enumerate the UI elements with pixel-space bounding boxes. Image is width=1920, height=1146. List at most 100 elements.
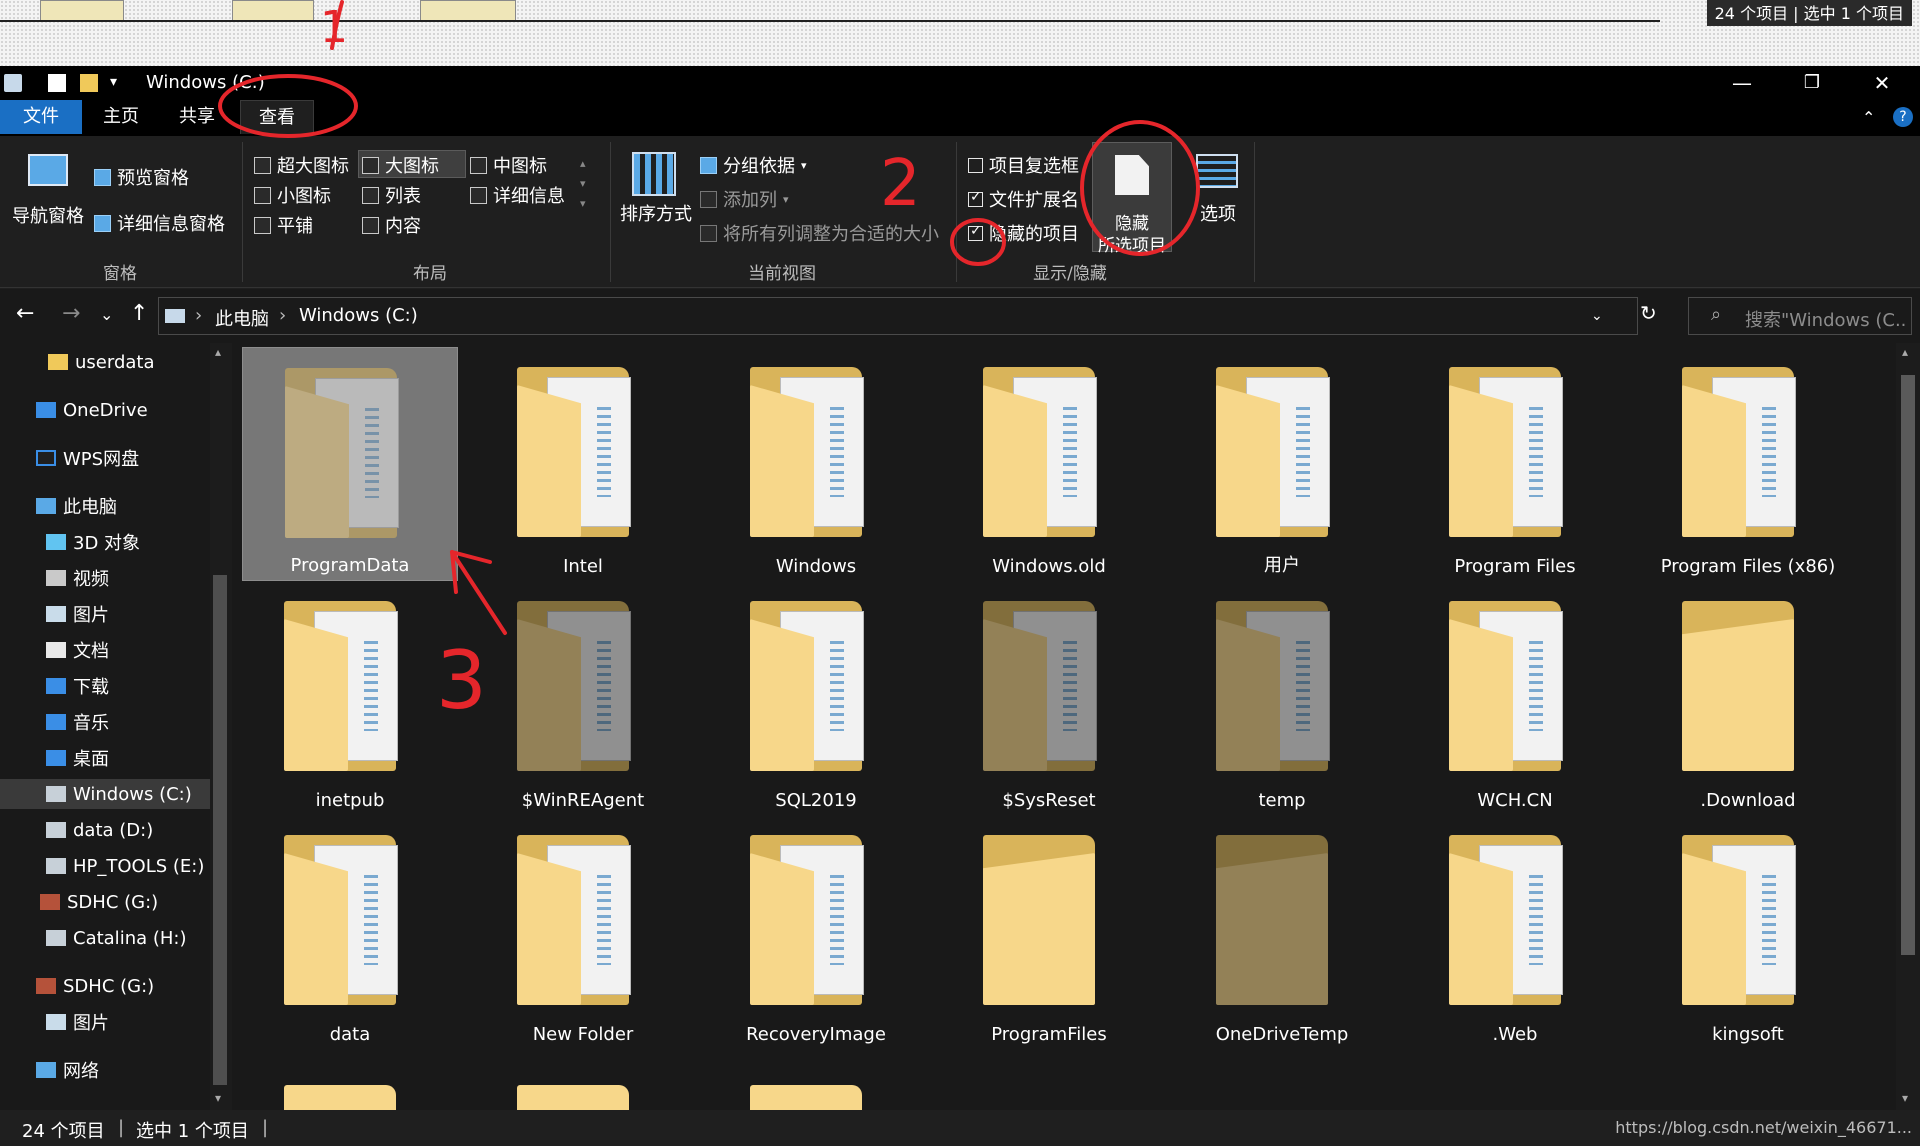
folder-item[interactable]: RecoveryImage <box>708 815 924 1049</box>
preview-pane-button[interactable]: 预览窗格 <box>94 164 189 190</box>
nav-item[interactable]: 网络 <box>0 1055 210 1085</box>
tab-file[interactable]: 文件 <box>0 100 82 134</box>
item-checkboxes-toggle[interactable]: 项目复选框 <box>968 152 1079 178</box>
content-scrollbar[interactable]: ▴ ▾ <box>1896 343 1920 1110</box>
tab-view[interactable]: 查看 <box>240 100 314 134</box>
address-bar[interactable]: › 此电脑 › Windows (C:) ⌄ <box>158 297 1638 335</box>
file-extensions-toggle[interactable]: 文件扩展名 <box>968 186 1079 212</box>
nav-item[interactable]: 音乐 <box>0 707 210 737</box>
nav-item[interactable]: SDHC (G:) <box>0 971 210 1001</box>
nav-item[interactable]: Catalina (H:) <box>0 923 210 953</box>
scroll-down-icon[interactable]: ▾ <box>215 1091 221 1105</box>
nav-scrollbar[interactable]: ▴ ▾ <box>210 343 232 1110</box>
folder-item[interactable]: .Download <box>1640 581 1856 815</box>
folder-item[interactable]: Intel <box>475 347 691 581</box>
folder-icon[interactable] <box>750 1085 862 1110</box>
scroll-up-icon[interactable]: ▴ <box>215 345 221 359</box>
folder-item[interactable]: kingsoft <box>1640 815 1856 1049</box>
nav-item[interactable]: SDHC (G:) <box>0 887 210 917</box>
recent-locations-chevron-icon[interactable]: ⌄ <box>100 305 113 324</box>
layout-content[interactable]: 内容 <box>362 212 421 238</box>
breadcrumb-drive[interactable]: Windows (C:) <box>299 305 418 326</box>
tab-share[interactable]: 共享 <box>166 100 228 134</box>
sort-by-icon[interactable] <box>632 152 676 196</box>
breadcrumb-separator-icon[interactable]: › <box>195 305 202 326</box>
nav-item[interactable]: data (D:) <box>0 815 210 845</box>
folder-item[interactable]: Program Files <box>1407 347 1623 581</box>
tab-home[interactable]: 主页 <box>90 100 152 134</box>
sort-by-button[interactable]: 排序方式 <box>620 200 692 226</box>
content-scroll-thumb[interactable] <box>1901 375 1915 955</box>
layout-list[interactable]: 列表 <box>362 182 421 208</box>
layout-tiles[interactable]: 平铺 <box>254 212 313 238</box>
chevron-up-icon[interactable]: ⌃ <box>1862 108 1875 127</box>
search-input[interactable]: 搜索"Windows (C... <box>1745 306 1905 332</box>
folder-item[interactable]: WCH.CN <box>1407 581 1623 815</box>
folder-item[interactable]: $SysReset <box>941 581 1157 815</box>
group-by-button[interactable]: 分组依据 ▾ <box>700 152 807 178</box>
properties-icon[interactable] <box>48 74 66 92</box>
folder-item[interactable]: OneDriveTemp <box>1174 815 1390 1049</box>
nav-scroll-thumb[interactable] <box>213 575 227 1085</box>
hide-selected-items-button[interactable]: 隐藏 所选项目 <box>1092 142 1172 256</box>
folder-icon[interactable] <box>517 1085 629 1110</box>
options-icon[interactable] <box>1196 154 1238 188</box>
nav-item[interactable]: 桌面 <box>0 743 210 773</box>
folder-item[interactable]: Windows.old <box>941 347 1157 581</box>
folder-item[interactable]: data <box>242 815 458 1049</box>
add-column-button[interactable]: 添加列 ▾ <box>700 186 789 212</box>
navigation-pane-icon[interactable] <box>28 154 68 186</box>
folder-item[interactable]: $WinREAgent <box>475 581 691 815</box>
checkbox[interactable] <box>968 223 983 241</box>
layout-details[interactable]: 详细信息 <box>470 182 565 208</box>
refresh-icon[interactable]: ↻ <box>1640 301 1657 325</box>
folder-item[interactable]: inetpub <box>242 581 458 815</box>
checkbox[interactable] <box>968 157 983 173</box>
scroll-up-icon[interactable]: ▴ <box>1902 345 1908 359</box>
nav-item[interactable]: Windows (C:) <box>0 779 210 809</box>
help-icon[interactable]: ? <box>1893 107 1913 127</box>
chevron-down-icon[interactable]: ▾ <box>110 74 128 92</box>
nav-item[interactable]: 图片 <box>0 1007 210 1037</box>
nav-item[interactable]: userdata <box>0 347 210 377</box>
close-button[interactable]: ✕ <box>1852 66 1912 100</box>
drive-icon[interactable] <box>4 74 22 92</box>
restore-button[interactable]: ❐ <box>1782 66 1842 100</box>
address-dropdown-icon[interactable]: ⌄ <box>1591 308 1603 324</box>
details-pane-button[interactable]: 详细信息窗格 <box>94 210 225 236</box>
new-folder-icon[interactable] <box>80 74 98 92</box>
nav-item[interactable]: HP_TOOLS (E:) <box>0 851 210 881</box>
folder-item[interactable]: .Web <box>1407 815 1623 1049</box>
breadcrumb-this-pc[interactable]: 此电脑 <box>215 305 269 331</box>
hidden-items-toggle[interactable]: 隐藏的项目 <box>968 220 1079 246</box>
folder-item[interactable]: ProgramData <box>242 347 458 581</box>
layout-scroll-arrows[interactable]: ▴ ▾ ▾ <box>580 154 586 214</box>
folder-item[interactable]: ProgramFiles <box>941 815 1157 1049</box>
folder-item[interactable]: New Folder <box>475 815 691 1049</box>
layout-large-icons[interactable]: 大图标 <box>362 152 439 178</box>
nav-item[interactable]: 图片 <box>0 599 210 629</box>
nav-item[interactable]: WPS网盘 <box>0 443 210 473</box>
folder-item[interactable]: 用户 <box>1174 347 1390 581</box>
nav-item[interactable]: 视频 <box>0 563 210 593</box>
navigation-pane-button[interactable]: 导航窗格 <box>12 202 84 228</box>
search-box[interactable]: ⌕ 搜索"Windows (C... <box>1688 297 1912 335</box>
layout-small-icons[interactable]: 小图标 <box>254 182 331 208</box>
nav-item[interactable]: 文档 <box>0 635 210 665</box>
minimize-button[interactable]: — <box>1712 66 1772 100</box>
scroll-down-icon[interactable]: ▾ <box>1902 1091 1908 1105</box>
nav-item[interactable]: 下载 <box>0 671 210 701</box>
back-arrow-icon[interactable]: ← <box>16 301 34 326</box>
folder-item[interactable]: SQL2019 <box>708 581 924 815</box>
checkbox[interactable] <box>968 189 983 207</box>
folder-item[interactable]: Windows <box>708 347 924 581</box>
forward-arrow-icon[interactable]: → <box>62 301 80 326</box>
folder-icon[interactable] <box>284 1085 396 1110</box>
nav-item[interactable]: OneDrive <box>0 395 210 425</box>
size-all-columns-button[interactable]: 将所有列调整为合适的大小 <box>700 220 939 246</box>
folder-item[interactable]: temp <box>1174 581 1390 815</box>
folder-item[interactable]: Program Files (x86) <box>1640 347 1856 581</box>
layout-medium-icons[interactable]: 中图标 <box>470 152 547 178</box>
layout-extra-large-icons[interactable]: 超大图标 <box>254 152 349 178</box>
up-arrow-icon[interactable]: ↑ <box>130 301 148 326</box>
